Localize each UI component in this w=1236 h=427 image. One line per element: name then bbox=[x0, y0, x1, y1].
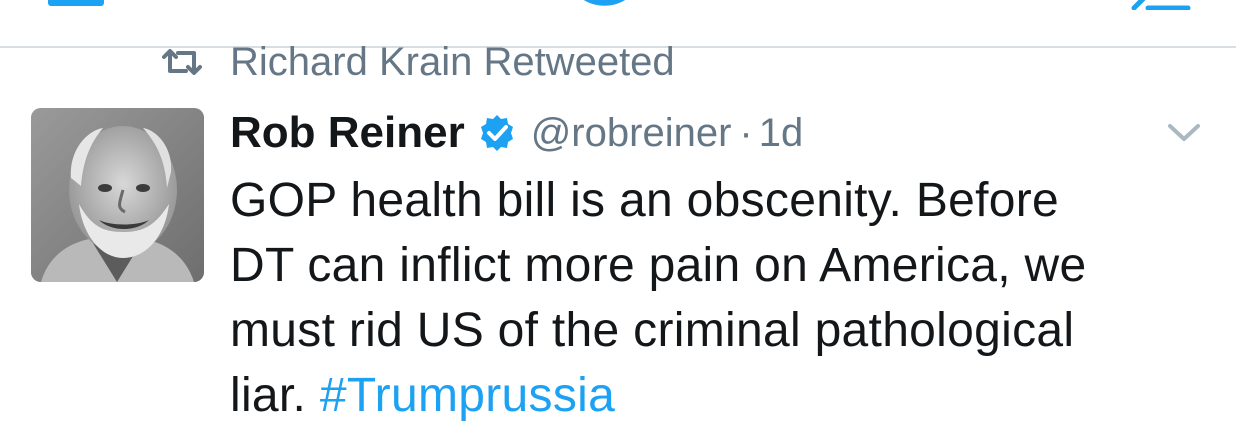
hashtag-link[interactable]: #Trumprussia bbox=[320, 369, 615, 422]
verified-badge-icon bbox=[480, 115, 513, 151]
tweet-text-line: liar. #Trumprussia bbox=[230, 363, 1220, 427]
tweet-text: GOP health bill is an obscenity. Before … bbox=[230, 168, 1220, 427]
avatar-image bbox=[31, 108, 204, 282]
avatar[interactable] bbox=[31, 108, 204, 282]
chevron-down-icon[interactable] bbox=[1166, 120, 1202, 144]
tweet-text-line: must rid US of the criminal pathological bbox=[230, 304, 1075, 357]
display-name[interactable]: Rob Reiner bbox=[230, 111, 465, 155]
tweet-text-line: GOP health bill is an obscenity. Before bbox=[230, 174, 1060, 227]
tweet-text-line: DT can inflict more pain on America, we bbox=[230, 239, 1087, 292]
user-handle[interactable]: @robreiner bbox=[531, 113, 732, 153]
menu-icon[interactable] bbox=[48, 0, 104, 6]
compose-icon[interactable] bbox=[1128, 0, 1192, 10]
separator-dot: · bbox=[739, 111, 753, 155]
twitter-bird-icon[interactable] bbox=[572, 0, 638, 12]
retweet-context[interactable]: Richard Krain Retweeted bbox=[160, 38, 675, 86]
retweet-context-text: Richard Krain Retweeted bbox=[230, 40, 675, 84]
tweet-header: Rob Reiner @robreiner · 1d bbox=[230, 106, 803, 160]
retweet-icon bbox=[162, 49, 202, 75]
tweet-timestamp[interactable]: 1d bbox=[759, 113, 804, 153]
tweet-text-fragment: liar. bbox=[230, 369, 320, 422]
tweet-screen: Richard Krain Retweeted Rob Reiner @robr… bbox=[0, 0, 1236, 427]
